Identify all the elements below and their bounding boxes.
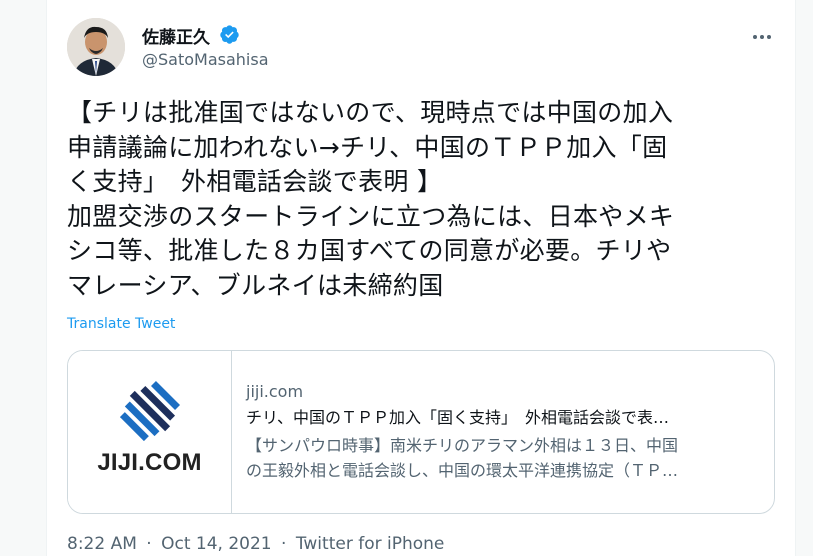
- tweet-date[interactable]: Oct 14, 2021: [161, 534, 272, 554]
- page: 佐藤正久 @SatoMasahisa 【チリは批准国ではないので、現時点では中国…: [0, 0, 813, 556]
- tweet-text-line: シコ等、批准した８カ国すべての同意が必要。チリや: [67, 236, 672, 265]
- tweet-time[interactable]: 8:22 AM: [67, 534, 137, 554]
- tweet-text-line: く支持」 外相電話会談で表明 】: [67, 167, 443, 196]
- more-horizontal-icon: [753, 35, 771, 39]
- separator-dot: ·: [146, 534, 152, 554]
- tweet-text-line: 加盟交渉のスタートラインに立つ為には、日本やメキ: [67, 201, 675, 231]
- link-domain: jiji.com: [246, 382, 304, 401]
- verified-badge-icon: [220, 25, 239, 44]
- translate-tweet-link[interactable]: Translate Tweet: [67, 316, 175, 332]
- jiji-logo-wordmark: JIJI.COM: [97, 449, 202, 476]
- link-description-line: 【サンパウロ時事】南米チリのアラマン外相は１３日、中国: [246, 436, 679, 455]
- avatar[interactable]: [67, 18, 125, 76]
- jiji-logo-icon: [120, 381, 180, 441]
- link-description-line: の王毅外相と電話会談し、中国の環太平洋連携協定（ＴＰ…: [246, 461, 679, 480]
- display-name[interactable]: 佐藤正久: [142, 23, 210, 48]
- link-thumbnail: JIJI.COM: [68, 351, 232, 513]
- avatar-photo: [67, 18, 125, 76]
- separator-dot: ·: [281, 534, 287, 554]
- link-description: 【サンパウロ時事】南米チリのアラマン外相は１３日、中国 の王毅外相と電話会談し、…: [246, 433, 762, 483]
- tweet-text-line: マレーシア、ブルネイは未締約国: [67, 270, 444, 300]
- tweet-text-line: 【チリは批准国ではないので、現時点では中国の加入: [67, 98, 674, 127]
- author-handle[interactable]: @SatoMasahisa: [142, 50, 269, 69]
- more-options-button[interactable]: [745, 26, 779, 48]
- link-card-body: jiji.com チリ、中国のＴＰＰ加入「固く支持」 外相電話会談で表… 【サン…: [246, 381, 762, 483]
- tweet-card: 佐藤正久 @SatoMasahisa 【チリは批准国ではないので、現時点では中国…: [46, 0, 796, 556]
- link-preview-card[interactable]: JIJI.COM jiji.com チリ、中国のＴＰＰ加入「固く支持」 外相電話…: [67, 350, 775, 514]
- tweet-text-line: 申請議論に加われない→チリ、中国のＴＰＰ加入「固: [67, 132, 668, 162]
- link-title: チリ、中国のＴＰＰ加入「固く支持」 外相電話会談で表…: [246, 408, 670, 427]
- tweet-timestamp: 8:22 AM · Oct 14, 2021 · Twitter for iPh…: [67, 534, 444, 554]
- tweet-text: 【チリは批准国ではないので、現時点では中国の加入 申請議論に加われない→チリ、中…: [67, 96, 767, 303]
- tweet-source[interactable]: Twitter for iPhone: [296, 534, 445, 554]
